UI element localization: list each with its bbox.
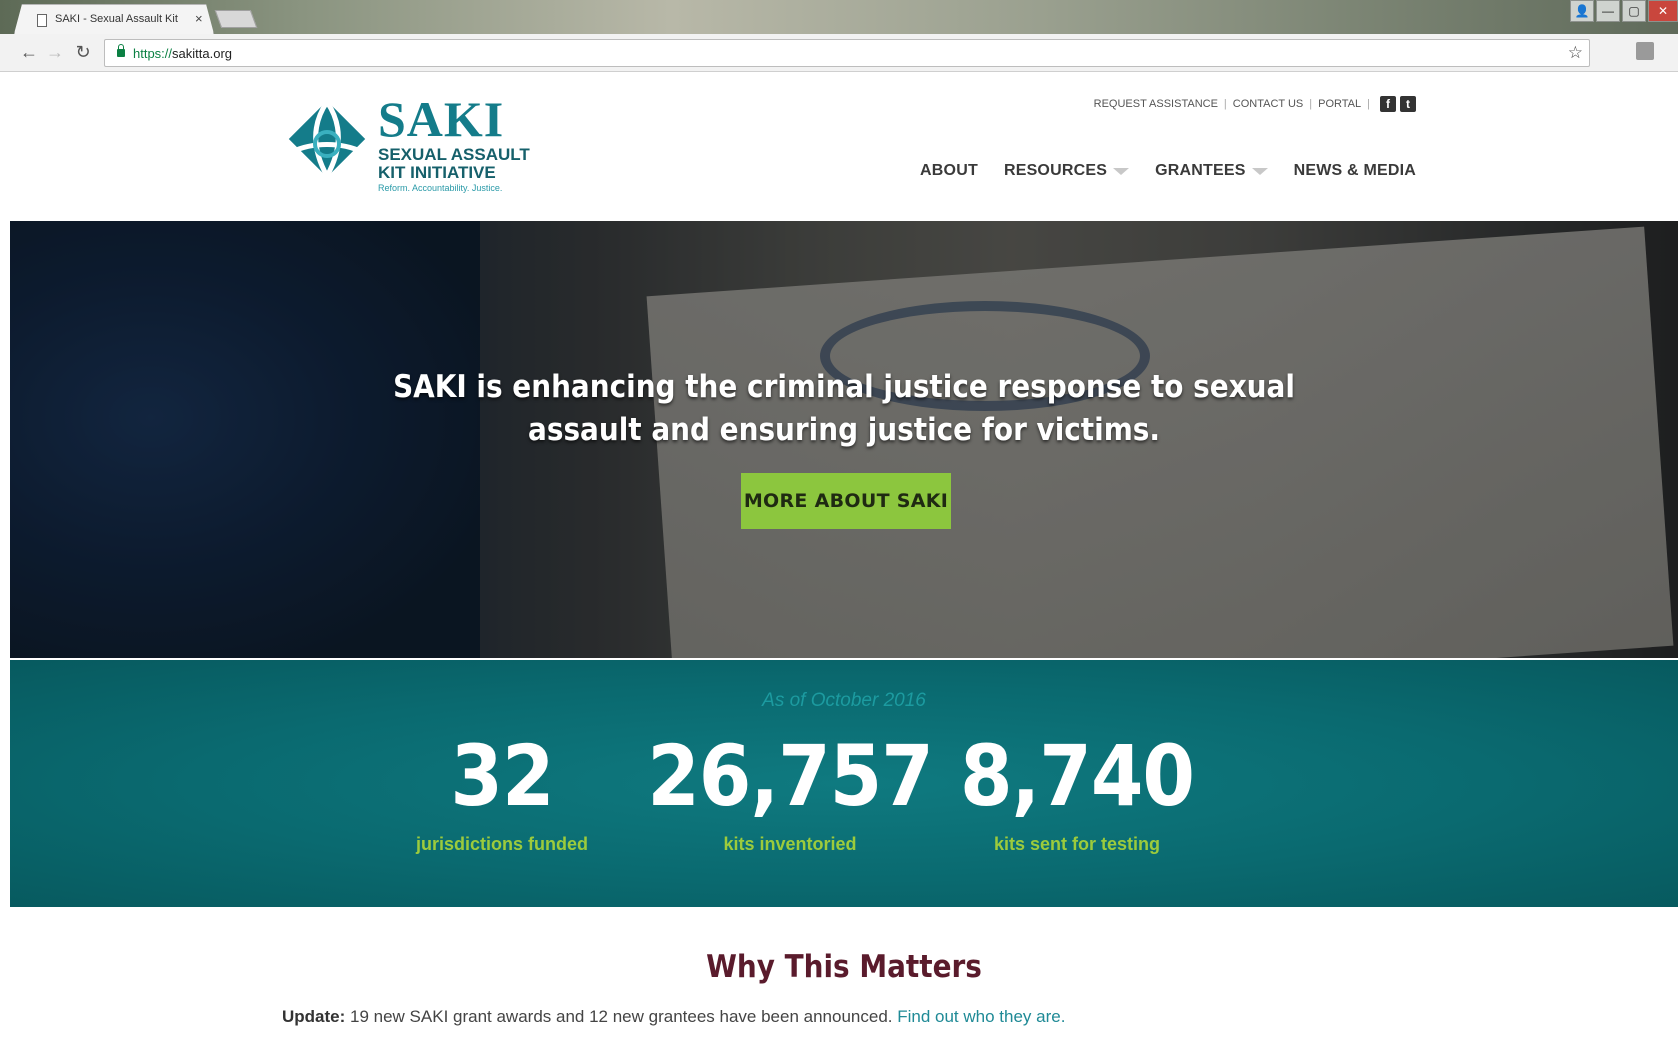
browser-toolbar: ← → ↻ https://sakitta.org ☆ [0,34,1678,72]
new-tab-button[interactable] [214,10,258,28]
url-text[interactable]: https://sakitta.org [133,46,232,61]
browser-tab[interactable]: SAKI - Sexual Assault Kit × [14,4,214,34]
hero-headline-line-1: SAKI is enhancing the criminal justice r… [393,369,1295,405]
stat-value: 8,740 [959,727,1195,825]
chevron-down-icon [1113,167,1130,175]
stat-label: kits sent for testing [993,834,1161,854]
bookmark-star-icon[interactable]: ☆ [1568,43,1583,63]
main-nav: ABOUT RESOURCES GRANTEES NEWS & MEDIA [920,162,1416,180]
update-paragraph: Update: 19 new SAKI grant awards and 12 … [282,1007,1065,1027]
nav-grantees-label: GRANTEES [1155,162,1246,179]
url-host: sakitta.org [172,46,233,61]
page-icon [37,14,47,27]
brand-line-2: KIT INITIATIVE [378,163,496,182]
nav-resources[interactable]: RESOURCES [1003,162,1130,180]
user-profile-icon[interactable]: 👤 [1570,0,1594,22]
saki-logo-mark-icon [288,97,366,182]
hero-headline-line-2: assault and ensuring justice for victims… [528,412,1160,448]
site-header: SAKI SEXUAL ASSAULT KIT INITIATIVE Refor… [10,72,1678,221]
portal-link[interactable]: PORTAL [1318,98,1361,110]
web-page: SAKI SEXUAL ASSAULT KIT INITIATIVE Refor… [10,72,1678,1054]
stat-label: jurisdictions funded [415,834,588,854]
utility-nav: REQUEST ASSISTANCE | CONTACT US | PORTAL… [1094,96,1416,112]
browser-tabstrip: SAKI - Sexual Assault Kit × 👤 — ▢ ✕ [0,0,1678,34]
lock-icon [117,44,125,57]
saki-logo[interactable]: SAKI SEXUAL ASSAULT KIT INITIATIVE Refor… [282,94,546,194]
request-assistance-link[interactable]: REQUEST ASSISTANCE [1094,98,1218,110]
chevron-down-icon [1251,167,1268,175]
nav-about[interactable]: ABOUT [920,162,978,180]
update-label: Update: [282,1007,346,1026]
contact-us-link[interactable]: CONTACT US [1233,98,1304,110]
window-controls: 👤 — ▢ ✕ [1570,0,1678,26]
stat-value: 26,757 [647,727,934,825]
grantees-link[interactable]: Find out who they are. [897,1007,1065,1026]
address-bar[interactable]: https://sakitta.org ☆ [104,39,1590,67]
tab-close-icon[interactable]: × [195,11,203,26]
brand-line-1: SEXUAL ASSAULT [378,145,530,164]
update-text: 19 new SAKI grant awards and 12 new gran… [345,1007,898,1026]
separator: | [1367,98,1370,110]
stat-jurisdictions: 32 jurisdictions funded [342,730,662,855]
forward-arrow-icon[interactable]: → [44,42,66,63]
tab-title: SAKI - Sexual Assault Kit [55,13,178,25]
separator: | [1223,98,1227,110]
more-about-saki-button[interactable]: MORE ABOUT SAKI [741,473,951,529]
stats-as-of: As of October 2016 [762,690,926,711]
facebook-icon[interactable]: f [1380,96,1396,112]
extension-icon[interactable] [1636,42,1654,60]
why-this-matters-heading: Why This Matters [706,949,982,985]
nav-about-label: ABOUT [920,162,978,179]
stats-band: As of October 2016 32 jurisdictions fund… [10,660,1678,907]
close-window-button[interactable]: ✕ [1648,0,1678,22]
back-arrow-icon[interactable]: ← [18,42,40,63]
nav-resources-label: RESOURCES [1003,162,1108,179]
stat-kits-inventoried: 26,757 kits inventoried [630,730,950,855]
reload-icon[interactable]: ↻ [72,42,94,63]
stat-kits-tested: 8,740 kits sent for testing [917,730,1237,855]
stat-value: 32 [450,727,554,825]
minimize-button[interactable]: — [1596,0,1620,22]
url-scheme: https:// [133,46,173,61]
hero-headline: SAKI is enhancing the criminal justice r… [10,366,1678,452]
separator: | [1309,98,1313,110]
stat-label: kits inventoried [723,834,857,854]
nav-news-media-label: NEWS & MEDIA [1293,162,1416,179]
twitter-icon[interactable]: t [1400,96,1416,112]
maximize-button[interactable]: ▢ [1622,0,1646,22]
brand-tagline: Reform. Accountability. Justice. [378,183,503,193]
brand-name: SAKI [378,91,505,147]
nav-news-media[interactable]: NEWS & MEDIA [1294,162,1416,180]
hero-banner: SAKI is enhancing the criminal justice r… [10,221,1678,658]
nav-grantees[interactable]: GRANTEES [1155,162,1268,180]
